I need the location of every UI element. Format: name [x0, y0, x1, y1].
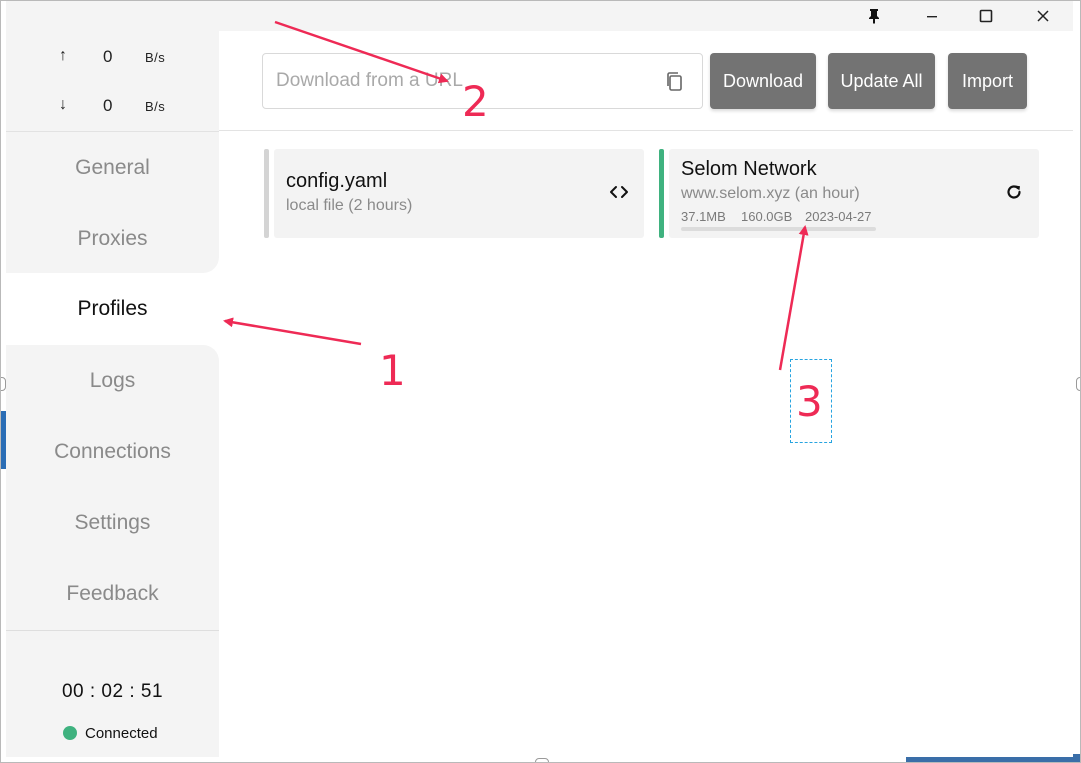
app-window: ↑ 0 B/s ↓ 0 B/s General Proxies Profiles…	[0, 0, 1081, 763]
profile-name: config.yaml	[286, 170, 388, 192]
profile-total: 160.0GB	[741, 209, 793, 224]
close-icon	[1037, 10, 1049, 22]
resize-handle-right[interactable]	[1076, 377, 1080, 391]
sidebar-divider	[6, 630, 219, 631]
sidebar-item-profiles[interactable]: Profiles	[6, 284, 219, 334]
maximize-icon	[979, 9, 993, 23]
sidebar-item-feedback[interactable]: Feedback	[6, 569, 219, 619]
annotation-label-2: 2	[462, 77, 489, 126]
update-all-button[interactable]: Update All	[828, 53, 935, 109]
nav-group-top: General Proxies	[6, 131, 219, 273]
code-icon[interactable]	[609, 184, 629, 200]
minimize-button[interactable]	[916, 3, 948, 29]
title-bar[interactable]	[6, 1, 1073, 31]
upload-value: 0	[103, 47, 113, 66]
upload-arrow-icon: ↑	[59, 47, 67, 64]
pin-button[interactable]	[858, 3, 890, 29]
profile-accent-bar	[264, 149, 269, 238]
download-button[interactable]: Download	[710, 53, 816, 109]
download-arrow-icon: ↓	[59, 96, 67, 113]
url-input[interactable]	[263, 54, 653, 108]
resize-handle-bottom[interactable]	[535, 758, 549, 762]
toolbar-divider	[219, 130, 1073, 131]
annotation-label-3: 3	[796, 377, 823, 426]
status-dot-icon	[63, 726, 77, 740]
usage-progress	[681, 227, 876, 231]
pin-icon	[869, 9, 879, 24]
sidebar-item-logs[interactable]: Logs	[6, 356, 219, 406]
profile-accent-bar-selected	[659, 149, 664, 238]
close-button[interactable]	[1027, 3, 1059, 29]
sidebar-item-proxies[interactable]: Proxies	[6, 214, 219, 264]
refresh-icon[interactable]	[1005, 183, 1023, 201]
connection-status: Connected	[63, 723, 158, 743]
profiles-page: Download Update All Import config.yaml l…	[219, 31, 1073, 757]
maximize-button[interactable]	[970, 3, 1002, 29]
upload-unit: B/s	[145, 50, 166, 65]
sidebar-item-general[interactable]: General	[6, 143, 219, 193]
upload-speed: ↑ 0 B/s	[6, 45, 219, 69]
import-button[interactable]: Import	[948, 53, 1027, 109]
profile-card-config[interactable]: config.yaml local file (2 hours)	[274, 149, 644, 238]
paste-icon[interactable]	[664, 71, 686, 93]
sidebar: ↑ 0 B/s ↓ 0 B/s General Proxies Profiles…	[6, 31, 219, 757]
minimize-icon	[927, 16, 937, 18]
profile-expire: 2023-04-27	[805, 209, 872, 224]
uptime-timer: 00 : 02 : 51	[61, 681, 164, 702]
download-speed: ↓ 0 B/s	[6, 94, 219, 118]
sidebar-item-connections[interactable]: Connections	[6, 427, 219, 477]
download-value: 0	[103, 96, 113, 115]
annotation-label-1: 1	[379, 346, 406, 395]
download-unit: B/s	[145, 99, 166, 114]
profile-name: Selom Network	[681, 158, 817, 180]
traffic-panel: ↑ 0 B/s ↓ 0 B/s	[6, 31, 219, 131]
profile-subtitle: local file (2 hours)	[286, 197, 413, 214]
profile-used: 37.1MB	[681, 209, 726, 224]
profile-card-selom[interactable]: Selom Network www.selom.xyz (an hour) 37…	[669, 149, 1039, 238]
sidebar-item-settings[interactable]: Settings	[6, 498, 219, 548]
profile-subtitle: www.selom.xyz (an hour)	[681, 185, 860, 202]
status-label: Connected	[85, 724, 158, 742]
